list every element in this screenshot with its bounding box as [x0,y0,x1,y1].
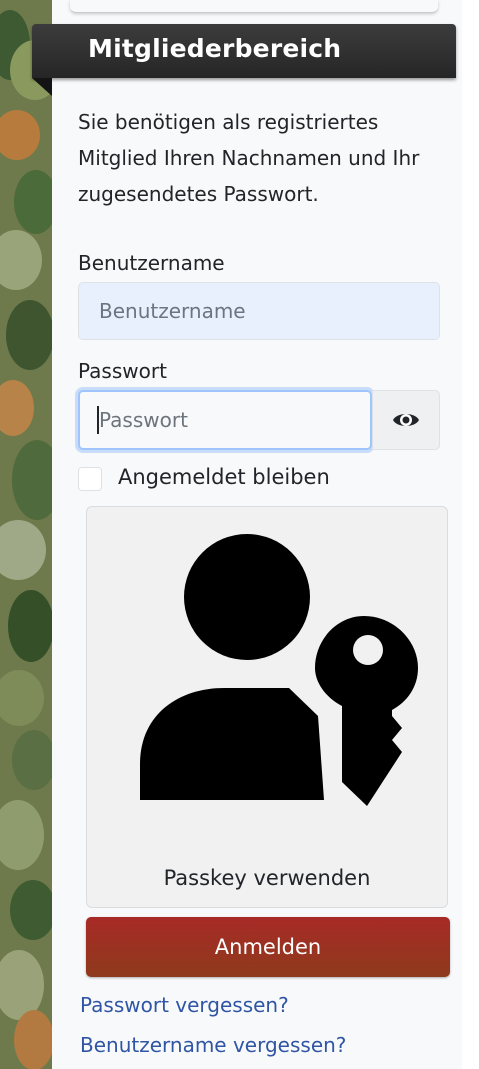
module-title: Mitgliederbereich [88,34,342,63]
top-panel-edge [70,0,438,13]
title-ribbon-fold [32,78,52,96]
remember-me-label[interactable]: Angemeldet bleiben [118,465,330,489]
text-cursor [97,406,99,434]
password-label: Passwort [78,359,167,383]
passkey-label: Passkey verwenden [163,866,371,890]
username-label: Benutzername [78,251,225,275]
login-button[interactable]: Anmelden [86,917,450,977]
username-input[interactable]: Benutzername [78,282,440,340]
username-placeholder: Benutzername [99,299,246,323]
forgot-username-link[interactable]: Benutzername vergessen? [80,1033,346,1057]
show-password-button[interactable] [372,390,440,450]
camouflage-background [0,0,52,1069]
intro-text: Sie benötigen als registriertes Mitglied… [78,110,420,206]
remember-me-checkbox[interactable] [78,467,102,491]
eye-icon [393,414,419,426]
login-button-label: Anmelden [214,935,322,959]
password-placeholder: Passwort [99,408,188,432]
forgot-password-link[interactable]: Passwort vergessen? [80,993,289,1017]
password-input[interactable]: Passwort [78,390,372,450]
user-key-icon [140,534,418,806]
